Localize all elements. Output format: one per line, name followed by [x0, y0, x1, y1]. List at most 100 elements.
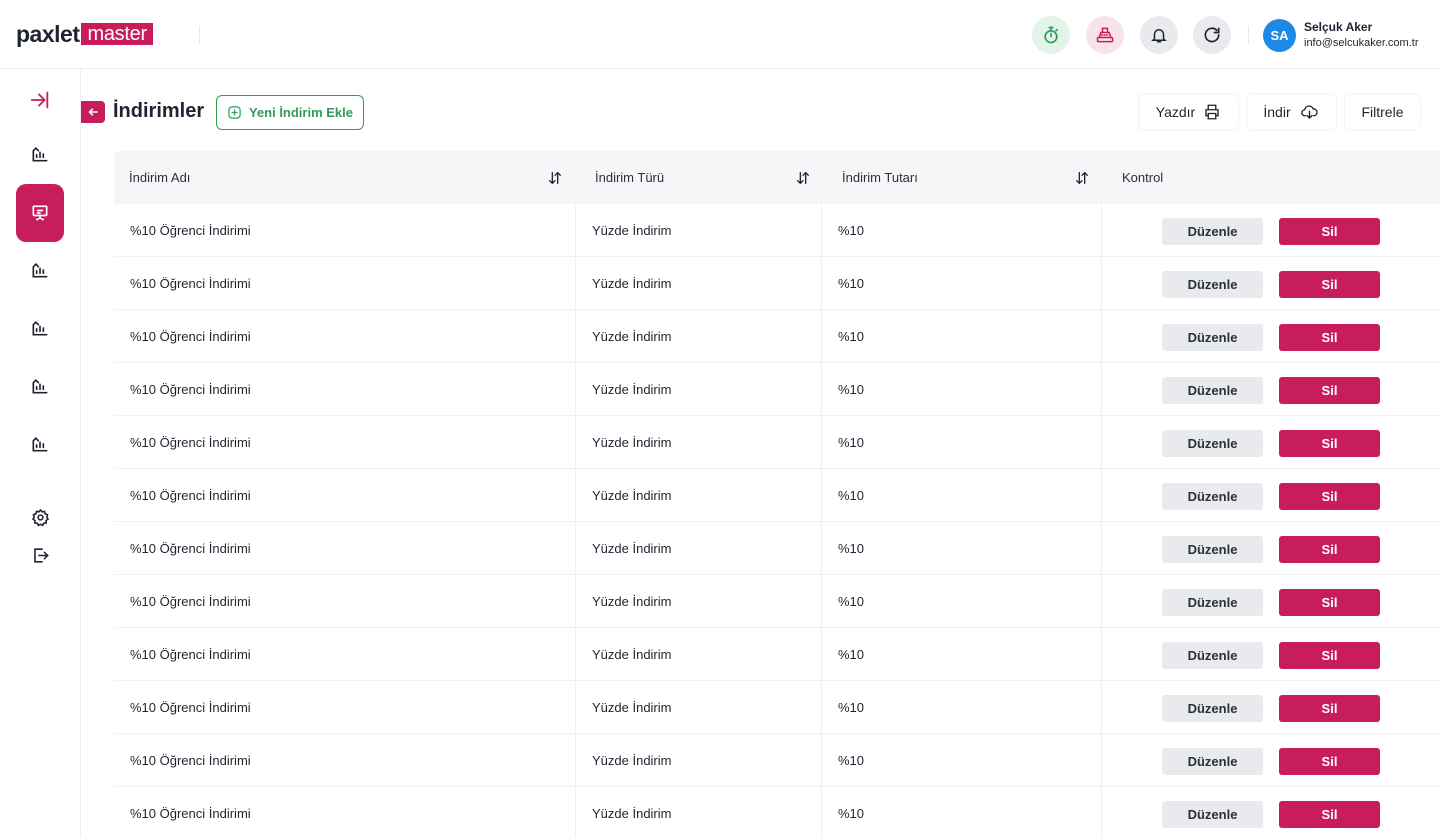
delete-button[interactable]: Sil — [1279, 430, 1380, 457]
edit-button[interactable]: Düzenle — [1162, 377, 1263, 404]
filter-label: Filtrele — [1361, 104, 1404, 120]
stopwatch-icon — [1044, 26, 1059, 44]
plus-square-icon — [228, 106, 241, 119]
column-label: İndirim Türü — [595, 170, 665, 185]
discount-name: %10 Öğrenci İndirimi — [130, 647, 251, 662]
delete-button[interactable]: Sil — [1279, 642, 1380, 669]
download-label: İndir — [1263, 104, 1291, 120]
sidebar-item-reports-4[interactable] — [16, 366, 64, 406]
printer-icon — [1205, 104, 1219, 120]
discount-amount: %10 — [838, 541, 865, 556]
edit-button[interactable]: Düzenle — [1162, 430, 1263, 457]
column-divider — [575, 310, 576, 363]
sidebar-collapse[interactable] — [16, 80, 64, 120]
delete-button[interactable]: Sil — [1279, 536, 1380, 563]
discount-name: %10 Öğrenci İndirimi — [130, 541, 251, 556]
column-divider — [1101, 416, 1102, 469]
edit-button[interactable]: Düzenle — [1162, 483, 1263, 510]
column-divider — [821, 257, 822, 310]
notifications-button[interactable] — [1140, 16, 1178, 54]
avatar[interactable]: SA — [1263, 19, 1296, 52]
sidebar-item-settings[interactable] — [16, 497, 64, 537]
column-divider — [575, 787, 576, 837]
discount-type: Yüzde İndirim — [592, 647, 672, 662]
chart-icon — [32, 436, 48, 452]
discount-type: Yüzde İndirim — [592, 435, 672, 450]
sidebar-item-reports-2[interactable] — [16, 250, 64, 290]
delete-button[interactable]: Sil — [1279, 748, 1380, 775]
sort-icon — [549, 171, 561, 185]
delete-button[interactable]: Sil — [1279, 271, 1380, 298]
discount-name: %10 Öğrenci İndirimi — [130, 329, 251, 344]
edit-button[interactable]: Düzenle — [1162, 801, 1263, 828]
delete-button[interactable]: Sil — [1279, 324, 1380, 351]
app-logo[interactable]: paxlet master — [16, 22, 153, 46]
logout-icon — [33, 547, 49, 563]
discount-name: %10 Öğrenci İndirimi — [130, 276, 251, 291]
sort-amount-button[interactable] — [1074, 169, 1090, 187]
print-label: Yazdır — [1155, 104, 1196, 120]
column-divider — [575, 628, 576, 681]
column-header-name[interactable]: İndirim Adı — [129, 151, 569, 204]
print-button[interactable]: Yazdır — [1139, 94, 1238, 130]
table-row: %10 Öğrenci İndirimi Yüzde İndirim %10 Düze… — [114, 575, 1440, 628]
column-divider — [1101, 257, 1102, 310]
edit-button[interactable]: Düzenle — [1162, 271, 1263, 298]
delete-button[interactable]: Sil — [1279, 218, 1380, 245]
edit-button[interactable]: Düzenle — [1162, 536, 1263, 563]
column-divider — [575, 734, 576, 787]
sidebar-item-reports-3[interactable] — [16, 308, 64, 348]
column-header-amount[interactable]: İndirim Tutarı — [842, 151, 1082, 204]
add-discount-button[interactable]: Yeni İndirim Ekle — [216, 95, 364, 130]
stopwatch-button[interactable] — [1032, 16, 1070, 54]
edit-button[interactable]: Düzenle — [1162, 642, 1263, 669]
sidebar-item-reports-1[interactable] — [16, 134, 64, 174]
discount-type: Yüzde İndirim — [592, 488, 672, 503]
edit-button[interactable]: Düzenle — [1162, 324, 1263, 351]
discount-amount: %10 — [838, 488, 865, 503]
column-divider — [821, 469, 822, 522]
delete-button[interactable]: Sil — [1279, 483, 1380, 510]
sidebar-item-reports-5[interactable] — [16, 424, 64, 464]
edit-button[interactable]: Düzenle — [1162, 695, 1263, 722]
delete-button[interactable]: Sil — [1279, 801, 1380, 828]
table-row: %10 Öğrenci İndirimi Yüzde İndirim %10 Düze… — [114, 628, 1440, 681]
filter-button[interactable]: Filtrele — [1345, 94, 1420, 130]
column-header-type[interactable]: İndirim Türü — [595, 151, 815, 204]
sort-name-button[interactable] — [547, 169, 563, 187]
delete-button[interactable]: Sil — [1279, 377, 1380, 404]
column-divider — [821, 204, 822, 257]
sidebar-item-discounts[interactable] — [16, 184, 64, 242]
edit-button[interactable]: Düzenle — [1162, 218, 1263, 245]
discount-name: %10 Öğrenci İndirimi — [130, 594, 251, 609]
delete-button[interactable]: Sil — [1279, 695, 1380, 722]
sort-type-button[interactable] — [795, 169, 811, 187]
cash-register-button[interactable] — [1086, 16, 1124, 54]
edit-button[interactable]: Düzenle — [1162, 589, 1263, 616]
delete-button[interactable]: Sil — [1279, 589, 1380, 616]
arrow-left-icon — [88, 108, 98, 116]
download-button[interactable]: İndir — [1247, 94, 1336, 130]
column-label: İndirim Tutarı — [842, 170, 918, 185]
column-divider — [575, 363, 576, 416]
sidebar-item-logout[interactable] — [16, 535, 64, 575]
discount-name: %10 Öğrenci İndirimi — [130, 382, 251, 397]
table-row: %10 Öğrenci İndirimi Yüzde İndirim %10 Düze… — [114, 310, 1440, 363]
column-divider — [821, 522, 822, 575]
cash-register-icon — [1096, 27, 1114, 43]
back-button[interactable] — [81, 101, 105, 123]
edit-button[interactable]: Düzenle — [1162, 748, 1263, 775]
discount-amount: %10 — [838, 700, 865, 715]
discount-amount: %10 — [838, 329, 865, 344]
column-divider — [575, 681, 576, 734]
discount-name: %10 Öğrenci İndirimi — [130, 223, 251, 238]
refresh-button[interactable] — [1193, 16, 1231, 54]
column-header-control: Kontrol — [1122, 151, 1322, 204]
discount-amount: %10 — [838, 647, 865, 662]
collapse-icon — [30, 91, 49, 109]
column-divider — [1101, 204, 1102, 257]
table-row: %10 Öğrenci İndirimi Yüzde İndirim %10 Düze… — [114, 416, 1440, 469]
column-divider — [575, 469, 576, 522]
logo-part2: master — [81, 23, 153, 45]
discount-type: Yüzde İndirim — [592, 700, 672, 715]
